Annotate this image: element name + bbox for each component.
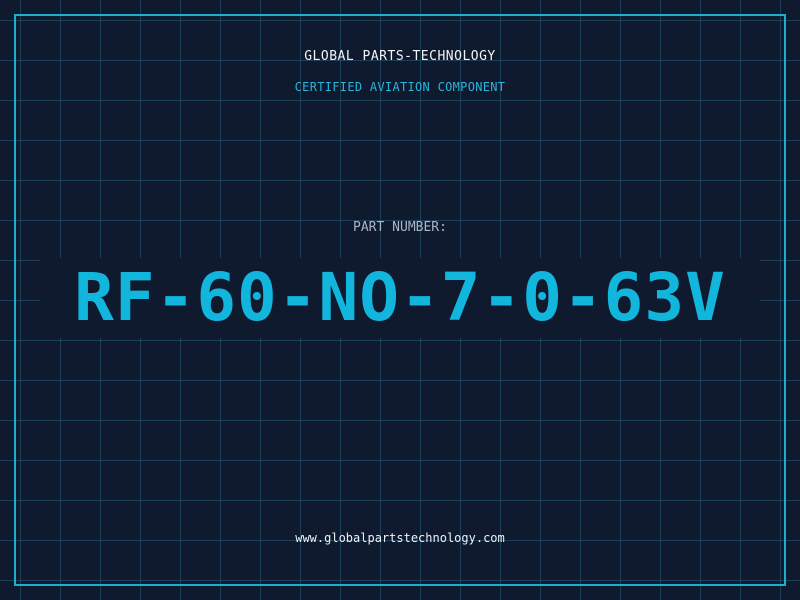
website-url: www.globalpartstechnology.com	[295, 531, 505, 545]
blueprint-canvas: GLOBAL PARTS-TECHNOLOGY CERTIFIED AVIATI…	[0, 0, 800, 600]
part-number-value: RF-60-NO-7-0-63V	[74, 259, 726, 336]
company-name: GLOBAL PARTS-TECHNOLOGY	[304, 49, 496, 64]
part-number-label: PART NUMBER:	[353, 220, 447, 235]
certification-subtitle: CERTIFIED AVIATION COMPONENT	[294, 80, 506, 94]
